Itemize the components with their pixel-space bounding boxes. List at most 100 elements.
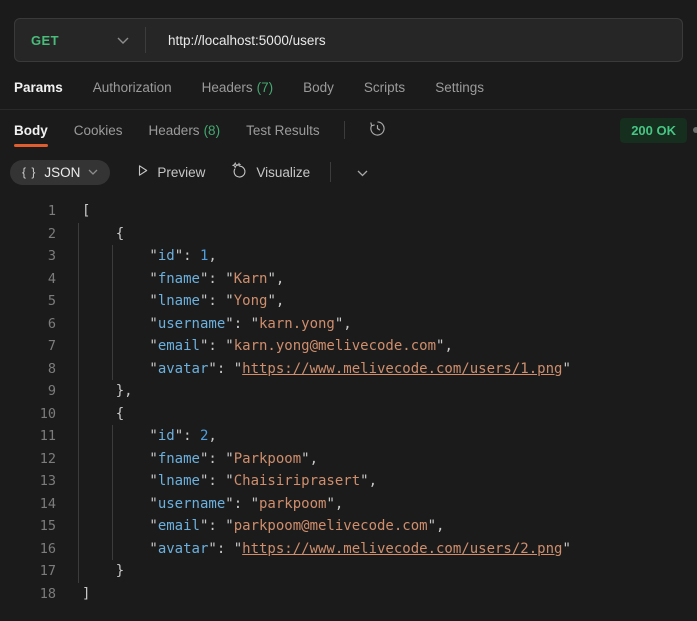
json-string: karn.yong (259, 315, 335, 332)
chevron-down-icon (117, 37, 129, 44)
json-punctuation: : (183, 428, 200, 444)
tab-body[interactable]: Body (303, 80, 334, 95)
json-punctuation: " (149, 540, 158, 557)
line-number: 4 (47, 270, 56, 287)
json-punctuation: " (250, 495, 259, 512)
line-number: 2 (47, 225, 56, 242)
tab-label: Body (14, 122, 48, 138)
json-punctuation: : (208, 450, 226, 467)
code-line-content: ] (82, 583, 90, 606)
json-key: fname (157, 450, 200, 467)
json-string: parkpoom (259, 495, 327, 512)
code-line: 1[ (0, 200, 697, 223)
code-line-content: [ (82, 200, 90, 223)
json-punctuation: [ (82, 203, 91, 219)
tab-scripts[interactable]: Scripts (364, 80, 405, 95)
indent-guide (78, 335, 79, 358)
json-punctuation: " (360, 473, 369, 489)
method-selector[interactable]: GET (15, 19, 145, 61)
json-punctuation: " (149, 428, 158, 444)
overflow-dot (693, 127, 697, 133)
json-punctuation: , (208, 248, 217, 264)
indent-guide (78, 267, 79, 290)
code-line-content: "email": "karn.yong@melivecode.com", (82, 335, 453, 358)
response-tab-cookies[interactable]: Cookies (74, 114, 123, 147)
json-key: fname (157, 270, 200, 287)
json-punctuation: , (444, 338, 453, 354)
json-link[interactable]: https://www.melivecode.com/users/1.png (242, 361, 562, 377)
line-number: 17 (39, 563, 56, 579)
json-punctuation: : (233, 315, 251, 332)
tab-authorization[interactable]: Authorization (93, 80, 172, 95)
json-punctuation: " (233, 540, 243, 557)
tab-label: Settings (435, 80, 484, 95)
indent-guide (111, 267, 113, 290)
line-number: 8 (47, 360, 56, 377)
json-punctuation: " (174, 248, 184, 264)
indent-guide (78, 492, 79, 515)
json-punctuation: " (326, 495, 335, 512)
json-punctuation: : (208, 270, 226, 287)
code-line: 16 "avatar": "https://www.melivecode.com/… (0, 537, 697, 560)
json-punctuation: : (216, 540, 234, 557)
json-key: username (157, 495, 226, 512)
indent-guide (78, 447, 79, 470)
indent-guide (111, 492, 113, 515)
response-tabs: Body Cookies Headers (8) Test Results (14, 114, 620, 147)
api-client-response-view: GET http://localhost:5000/users Params A… (0, 0, 697, 621)
json-punctuation: " (149, 518, 158, 534)
line-number: 18 (39, 585, 56, 602)
json-punctuation: " (149, 315, 158, 332)
format-selector[interactable]: { } JSON (10, 159, 111, 185)
json-punctuation: " (233, 360, 243, 377)
json-punctuation: " (225, 495, 234, 512)
indent-guide (78, 380, 79, 403)
visualize-label: Visualize (256, 164, 311, 180)
tab-headers[interactable]: Headers (7) (202, 80, 274, 95)
request-tabs: Params Authorization Headers (7) Body Sc… (0, 66, 697, 110)
indent-guide (78, 470, 79, 493)
status-badge[interactable]: 200 OK (620, 117, 687, 143)
line-number: 12 (39, 450, 56, 467)
tab-label: Authorization (92, 80, 172, 95)
json-punctuation: , (334, 495, 344, 512)
indent-guide (78, 222, 79, 245)
json-punctuation: , (275, 293, 285, 309)
indent-guide (78, 560, 79, 583)
more-options-button[interactable] (357, 165, 368, 180)
response-tab-test-results[interactable]: Test Results (246, 114, 320, 147)
json-punctuation: " (149, 248, 158, 264)
json-link[interactable]: https://www.melivecode.com/users/2.png (242, 541, 562, 557)
response-tab-headers[interactable]: Headers (8) (149, 114, 221, 147)
preview-button[interactable]: Preview (136, 164, 205, 180)
response-tabs-divider (343, 121, 345, 139)
json-string: parkpoom@melivecode.com (233, 518, 428, 534)
response-tab-body[interactable]: Body (14, 114, 48, 147)
response-body-json[interactable]: 1[2{3 "id": 1, 4 "fname": "Karn", 5 "lname": … (0, 196, 697, 605)
json-punctuation: " (149, 450, 158, 467)
response-history-button[interactable] (369, 120, 386, 140)
json-punctuation: " (225, 338, 234, 354)
tab-count: (8) (203, 122, 221, 138)
tab-params[interactable]: Params (14, 80, 63, 95)
indent-guide (111, 312, 113, 335)
indent-guide (78, 402, 79, 425)
json-punctuation: " (149, 473, 158, 489)
json-key: avatar (157, 360, 209, 377)
indent-guide (111, 537, 113, 560)
json-punctuation: : (233, 495, 251, 512)
code-line-content: { (82, 403, 124, 426)
json-punctuation: " (250, 315, 259, 332)
code-line: 12 "fname": "Parkpoom", (0, 447, 697, 470)
tab-settings[interactable]: Settings (435, 80, 484, 95)
tab-label: Scripts (363, 80, 406, 95)
visualize-button[interactable]: Visualize (231, 161, 311, 182)
json-key: avatar (157, 540, 209, 557)
json-string: Karn (233, 270, 268, 287)
url-input[interactable]: http://localhost:5000/users (146, 33, 682, 48)
indent-guide (78, 515, 79, 538)
json-punctuation: , (275, 270, 285, 287)
json-punctuation: : (208, 293, 226, 309)
active-tab-underline (14, 143, 48, 147)
indent-guide (78, 290, 79, 313)
